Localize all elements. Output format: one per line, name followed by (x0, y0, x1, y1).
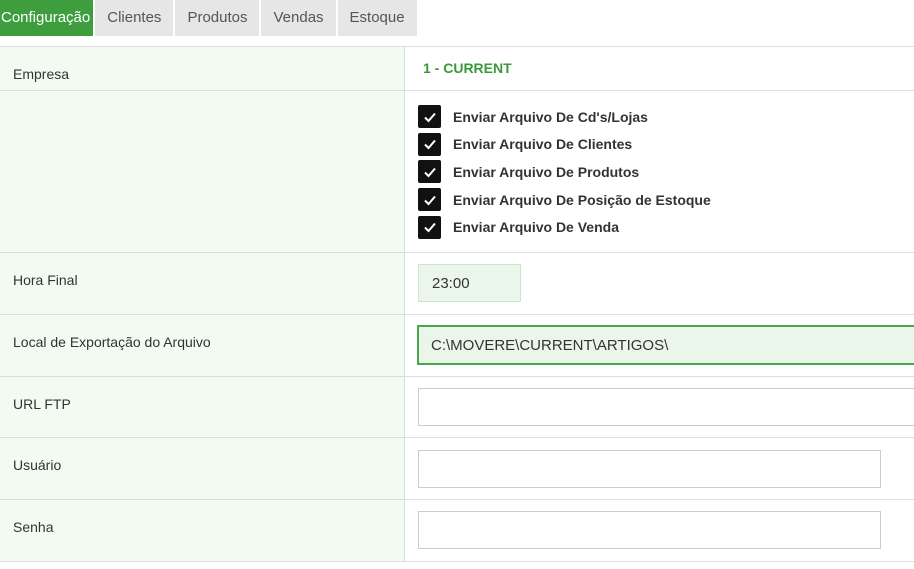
hora-final-value-cell (405, 253, 914, 314)
checkbox-clientes[interactable] (418, 132, 441, 156)
url-ftp-input[interactable] (418, 388, 914, 426)
senha-label: Senha (13, 519, 54, 535)
hora-final-row: Hora Final (0, 253, 914, 315)
arquivos-row: Enviar Arquivo De Cd's/Lojas Enviar Arqu… (0, 91, 914, 253)
local-exportacao-label: Local de Exportação do Arquivo (13, 334, 211, 350)
local-exportacao-value-cell (405, 315, 914, 376)
check-item-cds-lojas[interactable]: Enviar Arquivo De Cd's/Lojas (418, 103, 711, 131)
check-item-produtos[interactable]: Enviar Arquivo De Produtos (418, 158, 711, 186)
empresa-label-cell: Empresa (0, 47, 405, 90)
tab-configuracao[interactable]: Configuração (0, 0, 94, 36)
url-ftp-label: URL FTP (13, 396, 71, 412)
usuario-row: Usuário (0, 438, 914, 500)
arquivos-value-cell: Enviar Arquivo De Cd's/Lojas Enviar Arqu… (405, 91, 914, 252)
check-icon (423, 140, 436, 150)
check-label-clientes: Enviar Arquivo De Clientes (453, 136, 633, 153)
usuario-input[interactable] (418, 450, 881, 488)
local-exportacao-label-cell: Local de Exportação do Arquivo (0, 315, 405, 376)
empresa-label: Empresa (13, 66, 70, 82)
check-item-clientes[interactable]: Enviar Arquivo De Clientes (418, 131, 711, 159)
check-icon (423, 223, 436, 233)
tab-produtos[interactable]: Produtos (175, 0, 260, 36)
check-item-posicao-estoque[interactable]: Enviar Arquivo De Posição de Estoque (418, 186, 711, 214)
usuario-label-cell: Usuário (0, 438, 405, 499)
senha-label-cell: Senha (0, 500, 405, 561)
empresa-value-cell: 1 - CURRENT (405, 47, 914, 90)
checkbox-cds-lojas[interactable] (418, 105, 441, 129)
hora-final-input[interactable] (418, 264, 521, 302)
check-item-venda[interactable]: Enviar Arquivo De Venda (418, 213, 711, 241)
arquivos-label-cell (0, 91, 405, 252)
senha-input[interactable] (418, 511, 881, 549)
checkbox-venda[interactable] (418, 215, 441, 239)
check-icon (423, 195, 436, 206)
checkbox-posicao-estoque[interactable] (418, 188, 441, 212)
url-ftp-row: URL FTP (0, 377, 914, 438)
local-exportacao-row: Local de Exportação do Arquivo (0, 315, 914, 377)
url-ftp-value-cell (405, 377, 914, 437)
checkbox-produtos[interactable] (418, 160, 441, 184)
check-label-posicao-estoque: Enviar Arquivo De Posição de Estoque (453, 191, 711, 208)
local-exportacao-input[interactable] (417, 325, 914, 365)
check-label-venda: Enviar Arquivo De Venda (453, 219, 619, 236)
senha-value-cell (405, 500, 914, 561)
empresa-row: Empresa 1 - CURRENT (0, 47, 914, 91)
checkbox-list: Enviar Arquivo De Cd's/Lojas Enviar Arqu… (418, 103, 711, 241)
tab-estoque[interactable]: Estoque (337, 0, 417, 36)
check-label-produtos: Enviar Arquivo De Produtos (453, 163, 640, 180)
tab-vendas[interactable]: Vendas (261, 0, 336, 36)
usuario-value-cell (405, 438, 914, 499)
check-label-cds-lojas: Enviar Arquivo De Cd's/Lojas (453, 108, 648, 125)
tab-bar: Configuração Clientes Produtos Vendas Es… (0, 0, 914, 38)
usuario-label: Usuário (13, 457, 62, 473)
url-ftp-label-cell: URL FTP (0, 377, 405, 437)
tab-clientes[interactable]: Clientes (95, 0, 174, 36)
empresa-value: 1 - CURRENT (423, 60, 512, 76)
check-icon (423, 167, 436, 178)
hora-final-label-cell: Hora Final (0, 253, 405, 314)
senha-row: Senha (0, 500, 914, 562)
hora-final-label: Hora Final (13, 272, 78, 288)
check-icon (423, 112, 436, 123)
